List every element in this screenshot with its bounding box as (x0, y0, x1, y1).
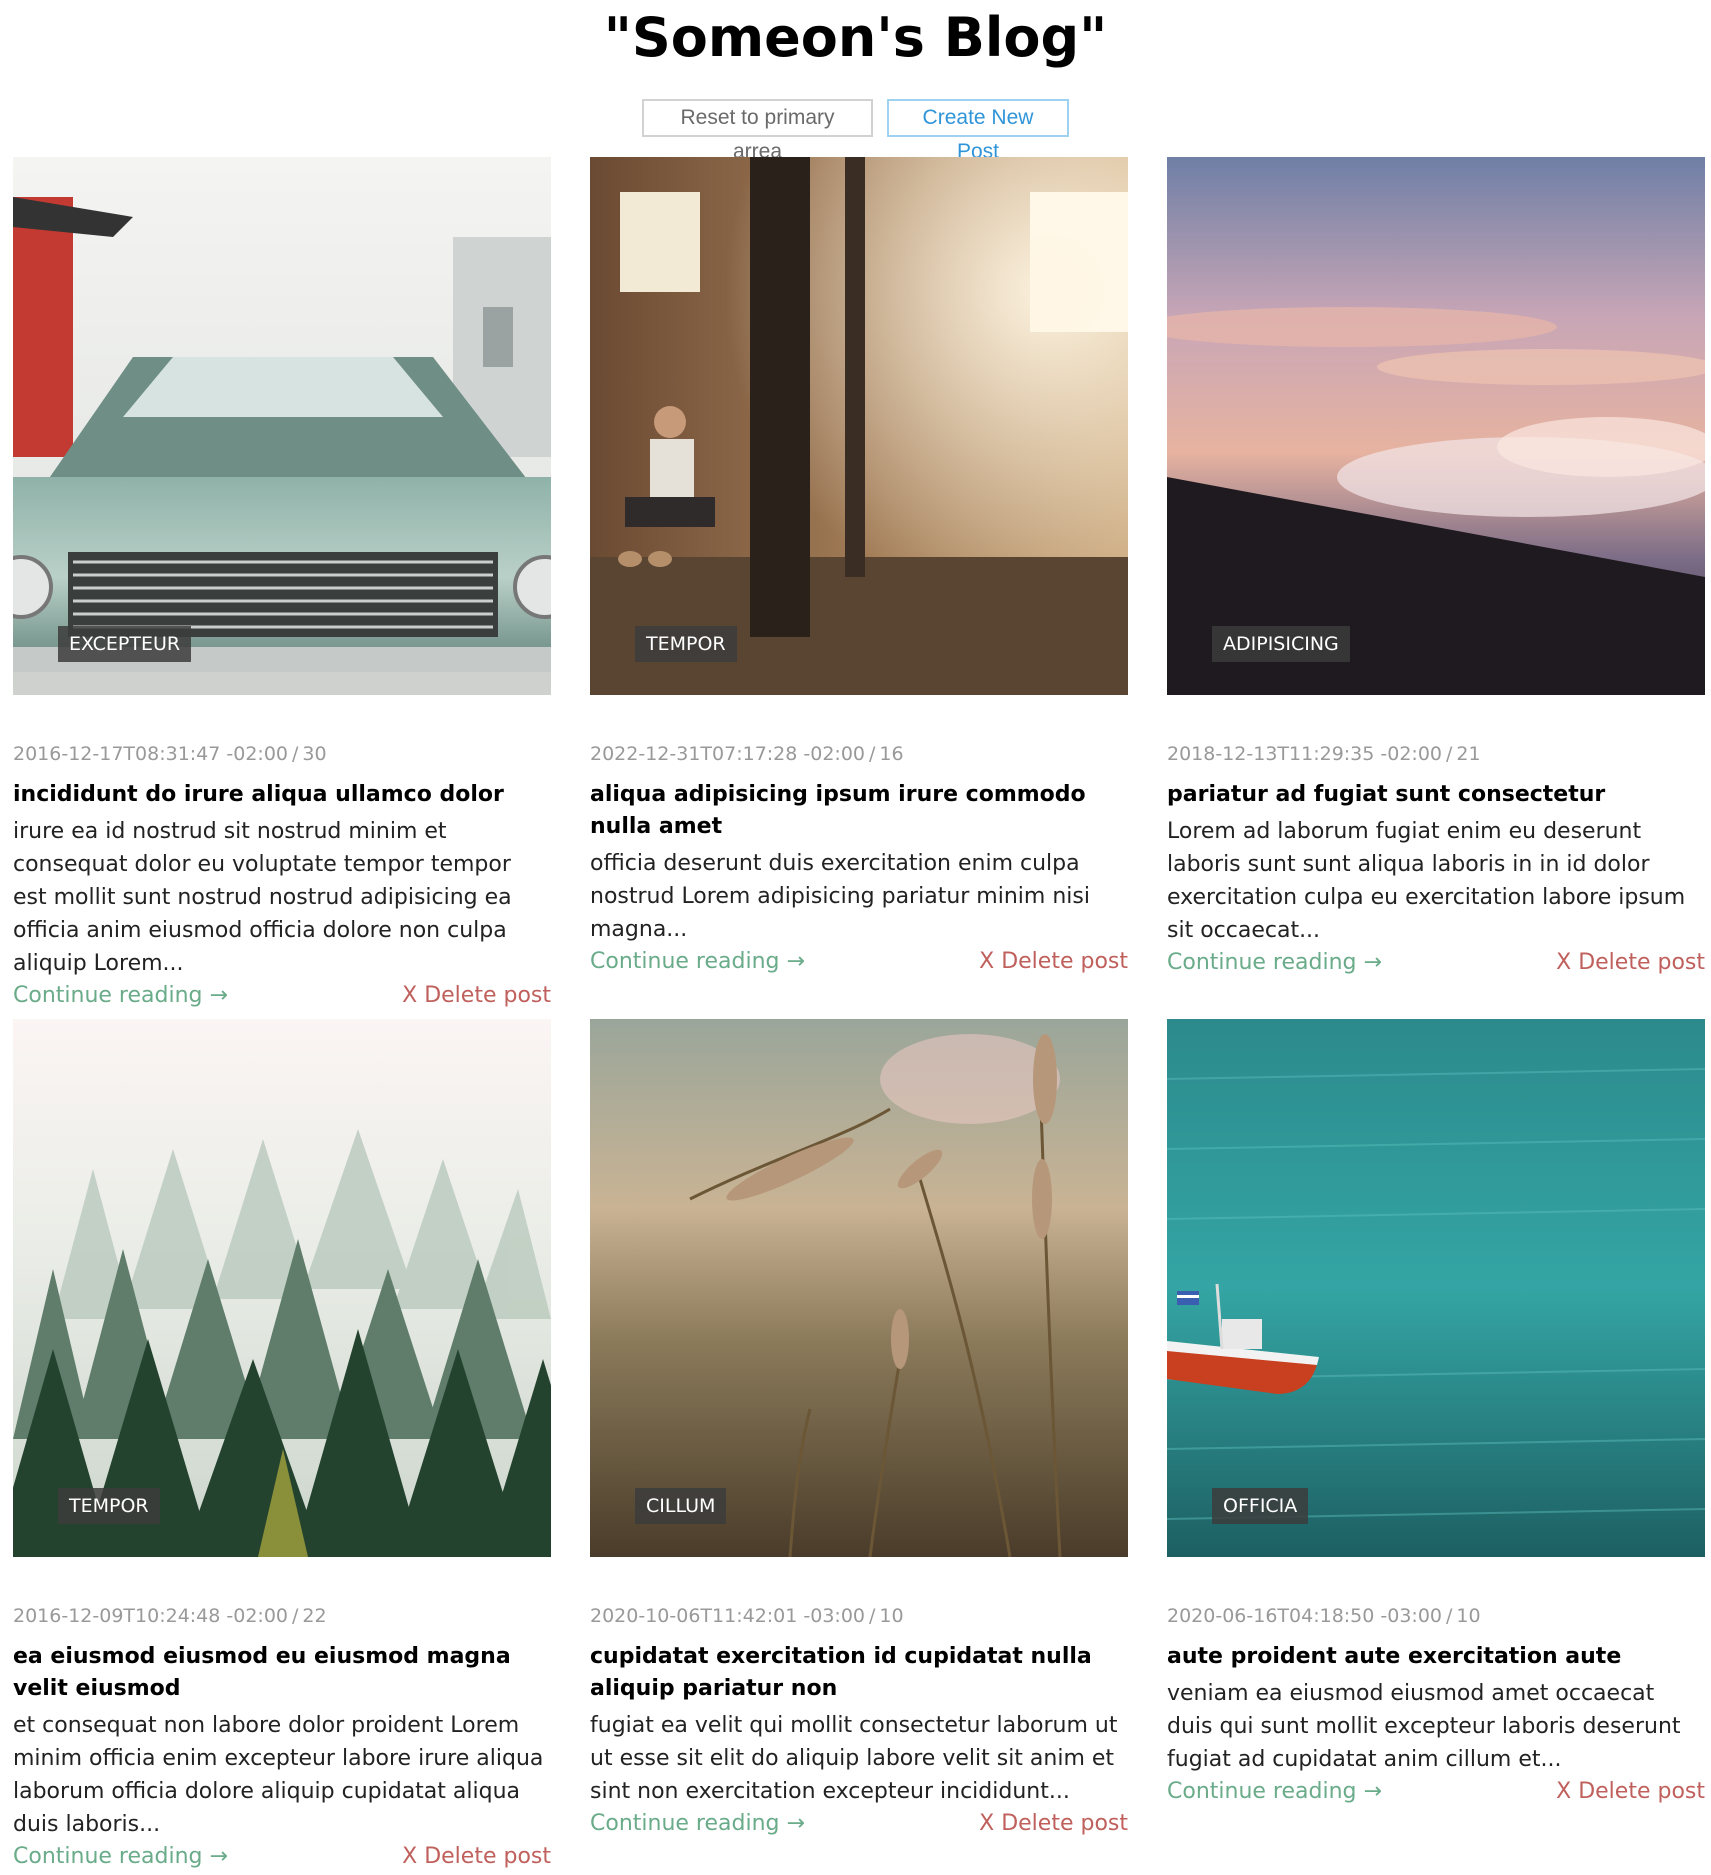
delete-post-link[interactable]: X Delete post (1556, 947, 1705, 979)
post-excerpt: officia deserunt duis exercitation enim … (590, 851, 1090, 942)
post-meta: 2018-12-13T11:29:35 -02:00/21 (1167, 743, 1481, 765)
wheat-grass-icon (590, 1019, 1128, 1557)
post-meta: 2016-12-17T08:31:47 -02:00/30 (13, 743, 327, 765)
continue-reading-link[interactable]: Continue reading → (13, 1841, 228, 1873)
post-title[interactable]: aute proident aute exercitation aute (1167, 1641, 1705, 1673)
post-links: Continue reading → X Delete post (13, 980, 551, 1012)
post-count: 10 (879, 1605, 904, 1627)
sunset-clouds-icon (1167, 157, 1705, 695)
post-image[interactable]: OFFICIA (1167, 1019, 1705, 1557)
post-links: Continue reading → X Delete post (590, 1808, 1128, 1840)
post-excerpt: veniam ea eiusmod eiusmod amet occaecat … (1167, 1681, 1681, 1772)
post-title[interactable]: ea eiusmod eiusmod eu eiusmod magna veli… (13, 1641, 551, 1705)
post-date: 2016-12-09T10:24:48 -02:00 (13, 1605, 289, 1627)
post-count: 30 (302, 743, 327, 765)
post-image[interactable]: EXCEPTEUR (13, 157, 551, 695)
post-tag[interactable]: OFFICIA (1212, 1488, 1309, 1524)
continue-reading-link[interactable]: Continue reading → (590, 946, 805, 978)
post-image[interactable]: TEMPOR (13, 1019, 551, 1557)
post-excerpt: Lorem ad laborum fugiat enim eu deserunt… (1167, 819, 1686, 943)
post-date: 2020-10-06T11:42:01 -03:00 (590, 1605, 866, 1627)
post-title[interactable]: aliqua adipisicing ipsum irure commodo n… (590, 779, 1128, 843)
post-meta: 2022-12-31T07:17:28 -02:00/16 (590, 743, 904, 765)
post-tag[interactable]: ADIPISICING (1212, 626, 1350, 662)
post-image[interactable]: CILLUM (590, 1019, 1128, 1557)
post-date: 2020-06-16T04:18:50 -03:00 (1167, 1605, 1443, 1627)
continue-reading-link[interactable]: Continue reading → (1167, 1776, 1382, 1808)
post-count: 21 (1456, 743, 1481, 765)
post-links: Continue reading → X Delete post (590, 946, 1128, 978)
post-tag[interactable]: TEMPOR (635, 626, 737, 662)
post-meta: 2020-06-16T04:18:50 -03:00/10 (1167, 1605, 1481, 1627)
post-title[interactable]: cupidatat exercitation id cupidatat null… (590, 1641, 1128, 1705)
continue-reading-link[interactable]: Continue reading → (13, 980, 228, 1012)
delete-post-link[interactable]: X Delete post (402, 980, 551, 1012)
post-tag[interactable]: TEMPOR (58, 1488, 160, 1524)
post-excerpt: irure ea id nostrud sit nostrud minim et… (13, 819, 512, 976)
post-tag[interactable]: EXCEPTEUR (58, 626, 192, 662)
post-title[interactable]: pariatur ad fugiat sunt consectetur (1167, 779, 1705, 811)
post-count: 10 (1456, 1605, 1481, 1627)
post-excerpt: fugiat ea velit qui mollit consectetur l… (590, 1713, 1118, 1804)
post-date: 2016-12-17T08:31:47 -02:00 (13, 743, 289, 765)
continue-reading-link[interactable]: Continue reading → (590, 1808, 805, 1840)
create-post-button[interactable]: Create New Post (887, 99, 1069, 163)
post-date: 2018-12-13T11:29:35 -02:00 (1167, 743, 1443, 765)
post-excerpt: et consequat non labore dolor proident L… (13, 1713, 544, 1837)
delete-post-link[interactable]: X Delete post (402, 1841, 551, 1873)
post-image[interactable]: TEMPOR (590, 157, 1128, 695)
post-links: Continue reading → X Delete post (1167, 947, 1705, 979)
post-meta: 2016-12-09T10:24:48 -02:00/22 (13, 1605, 327, 1627)
delete-post-link[interactable]: X Delete post (1556, 1776, 1705, 1808)
post-count: 16 (879, 743, 904, 765)
post-count: 22 (302, 1605, 327, 1627)
man-in-warehouse-icon (590, 157, 1128, 695)
reset-button[interactable]: Reset to primary arrea (642, 99, 873, 163)
continental-car-icon (13, 157, 551, 695)
post-links: Continue reading → X Delete post (1167, 1776, 1705, 1808)
post-tag[interactable]: CILLUM (635, 1488, 727, 1524)
misty-forest-icon (13, 1019, 551, 1557)
post-links: Continue reading → X Delete post (13, 1841, 551, 1873)
post-image[interactable]: ADIPISICING (1167, 157, 1705, 695)
boat-on-sea-icon (1167, 1019, 1705, 1557)
post-date: 2022-12-31T07:17:28 -02:00 (590, 743, 866, 765)
continue-reading-link[interactable]: Continue reading → (1167, 947, 1382, 979)
action-bar: Reset to primary arrea Create New Post (0, 99, 1711, 163)
delete-post-link[interactable]: X Delete post (979, 1808, 1128, 1840)
blog-title: "Someon's Blog" (603, 6, 1108, 69)
post-title[interactable]: incididunt do irure aliqua ullamco dolor (13, 779, 551, 811)
delete-post-link[interactable]: X Delete post (979, 946, 1128, 978)
post-meta: 2020-10-06T11:42:01 -03:00/10 (590, 1605, 904, 1627)
